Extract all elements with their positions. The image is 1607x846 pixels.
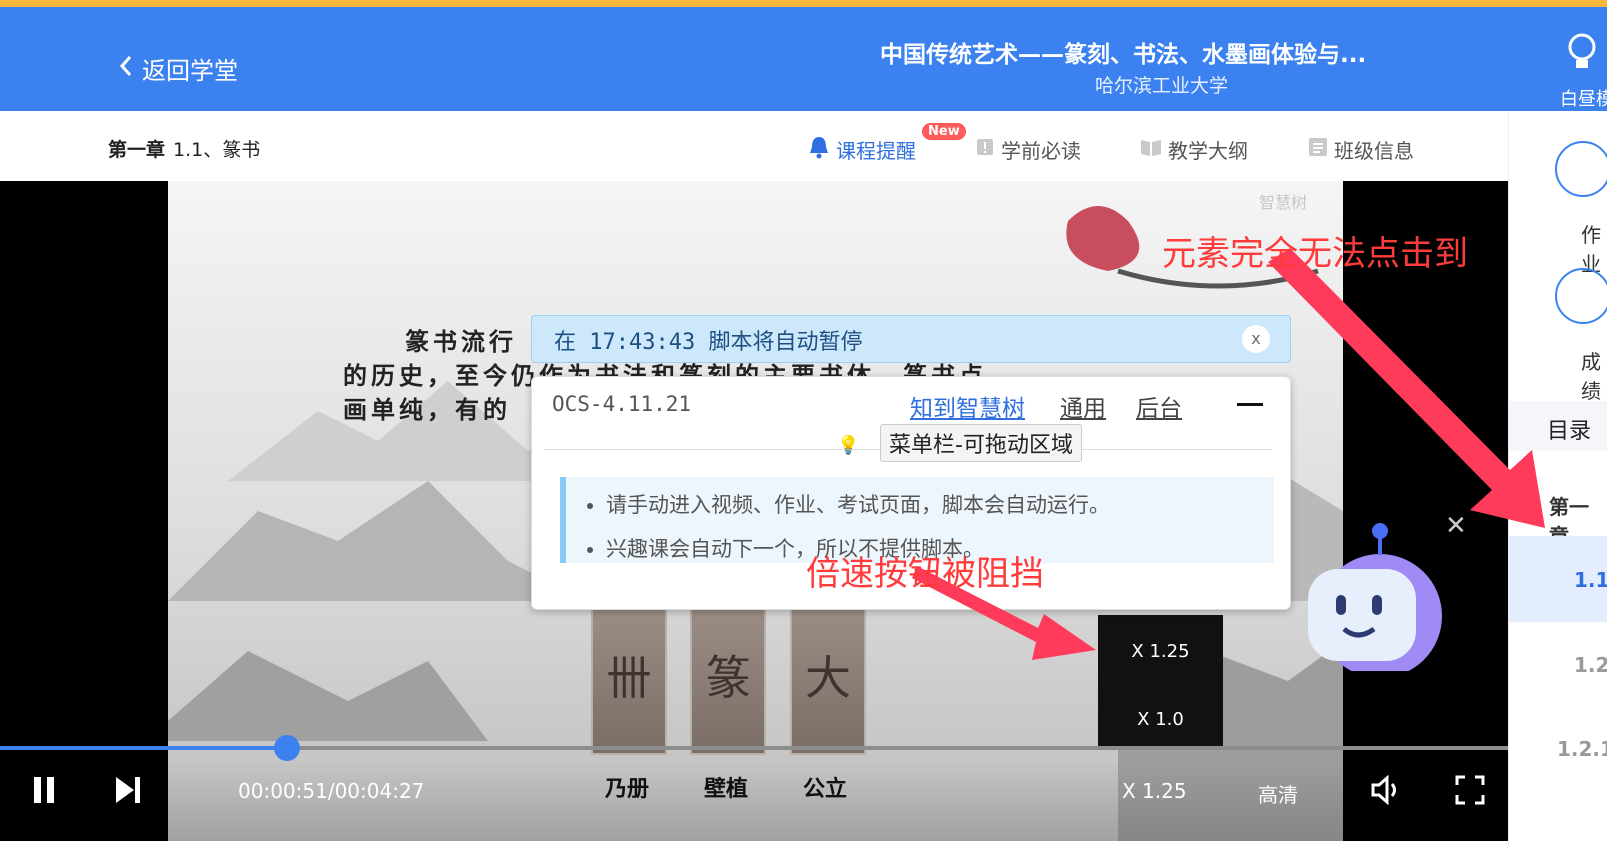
header-bar: 返回学堂 中国传统艺术——篆刻、书法、水墨画体验与... 哈尔滨工业大学 白昼模 [0,7,1607,111]
bamboo-slip-3: 大 [790,601,866,755]
toc-header[interactable]: 目录 [1509,401,1607,451]
daynight-toggle[interactable] [1560,29,1607,77]
toc-item-1-1[interactable]: 1.1 [1509,536,1607,622]
course-reminder-link[interactable]: 课程提醒 [808,135,916,164]
course-reminder-label: 课程提醒 [836,139,916,163]
quality-button[interactable]: 高清 [1258,779,1298,808]
speed-option-125[interactable]: X 1.25 [1098,641,1223,662]
ai-assistant-robot[interactable] [1300,521,1450,678]
toc-item-label: 1.2 [1574,653,1607,677]
ocs-minimize-button[interactable] [1237,403,1263,406]
toc-title: 目录 [1547,419,1592,444]
reminder-close-button[interactable]: x [1242,325,1270,353]
chapter-label: 第一章 [108,139,166,161]
pause-icon [32,777,56,810]
speed-menu: X 1.25 X 1.0 [1098,615,1223,750]
progress-thumb[interactable] [274,735,300,761]
progress-fill [0,746,287,750]
toc-item-1-2-1[interactable]: 1.2.1 [1509,711,1607,791]
ocs-version: OCS-4.11.21 [552,392,692,416]
course-school: 哈尔滨工业大学 [1095,75,1229,97]
annotation-unclickable: 元素完全无法点击到 [1162,234,1468,274]
time-display: 00:00:51/00:04:27 [238,779,425,803]
back-label: 返回学堂 [142,57,238,85]
required-reading-label: 学前必读 [1001,139,1081,163]
ocs-tab-backend[interactable]: 后台 [1136,389,1182,423]
ocs-drag-tooltip[interactable]: 菜单栏-可拖动区域 [880,424,1082,462]
back-to-classroom-link[interactable]: 返回学堂 [118,51,238,86]
course-title: 中国传统艺术——篆刻、书法、水墨画体验与... [880,42,1367,68]
new-badge: New [922,123,966,140]
pause-reminder-text: 在 17:43:43 脚本将自动暂停 [554,330,863,355]
pause-button[interactable] [32,775,56,810]
volume-icon [1370,774,1402,810]
book-icon [1140,137,1162,162]
toc-item-1-2[interactable]: 1.2 [1509,627,1607,707]
section-label: 1.1、篆书 [173,139,261,161]
bamboo-slip-1: 卌 [591,601,667,755]
lightbulb-icon: 💡 [837,435,860,456]
annotation-speed-blocked: 倍速按钮被阻挡 [806,554,1044,594]
bell-icon [808,135,830,164]
chevron-left-icon [118,54,134,84]
syllabus-link[interactable]: 教学大纲 [1140,135,1248,164]
list-icon [1308,137,1328,162]
volume-button[interactable] [1370,774,1402,810]
robot-icon [1308,523,1442,678]
grades-icon [1555,268,1607,324]
fullscreen-button[interactable] [1455,775,1485,810]
homework-icon [1555,141,1607,197]
class-info-link[interactable]: 班级信息 [1308,135,1414,164]
toc-item-label: 1.1 [1574,568,1607,592]
grades-label: 成绩 [1581,350,1601,403]
ocs-tab-general[interactable]: 通用 [1060,389,1106,423]
next-button[interactable] [114,775,142,810]
notice-icon [975,137,995,162]
player-controls: 00:00:51/00:04:27 X 1.25 高清 [0,761,1508,841]
fullscreen-icon [1455,775,1485,810]
class-info-label: 班级信息 [1334,139,1414,163]
current-section: 第一章 1.1、篆书 [108,135,260,162]
ocs-tab-zhihuishu[interactable]: 知到智慧树 [910,389,1025,423]
ocs-notice-item: 请手动进入视频、作业、考试页面，脚本会自动运行。 [606,483,1274,527]
pause-reminder-bar: 在 17:43:43 脚本将自动暂停 x [531,315,1291,363]
lightbulb-icon [1560,33,1600,77]
skip-next-icon [114,777,142,810]
speed-option-100[interactable]: X 1.0 [1098,709,1223,730]
video-watermark: 智慧树 [1258,193,1307,212]
speed-button[interactable]: X 1.25 [1122,779,1187,803]
required-reading-link[interactable]: 学前必读 [975,135,1081,164]
right-sidebar: 作业 成绩 目录 第一章 1.1 1.2 1.2.1 [1508,111,1607,846]
course-subnav: 第一章 1.1、篆书 课程提醒 New 学前必读 教学大纲 班级信息 [0,111,1508,181]
daynight-label: 白昼模 [1560,89,1607,110]
bamboo-slip-2: 篆 [690,601,766,755]
toc-item-label: 1.2.1 [1557,737,1607,761]
top-accent-stripe [0,0,1607,7]
speed-option-150[interactable] [1098,607,1223,628]
syllabus-label: 教学大纲 [1168,139,1248,163]
